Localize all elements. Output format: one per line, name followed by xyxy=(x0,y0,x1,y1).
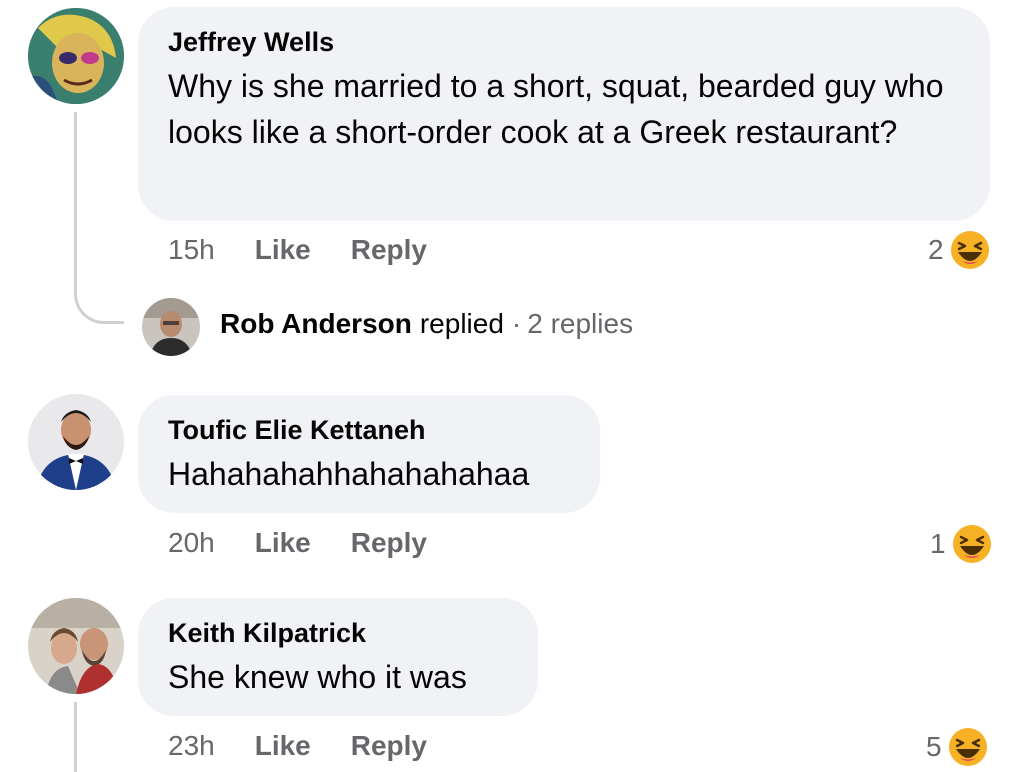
comment-bubble: Keith Kilpatrick She knew who it was xyxy=(138,598,538,716)
comment-timestamp[interactable]: 20h xyxy=(168,527,215,559)
comment-actions: 23h Like Reply xyxy=(168,730,427,762)
avatar-rob-anderson[interactable] xyxy=(142,298,200,356)
comment-actions: 15h Like Reply xyxy=(168,234,427,266)
reply-action: replied xyxy=(419,308,504,339)
thread-line xyxy=(74,112,77,294)
comment-text: She knew who it was xyxy=(168,659,467,695)
comment-text: Hahahahahhahahahahaa xyxy=(168,456,530,492)
comment-author[interactable]: Jeffrey Wells xyxy=(168,25,960,59)
comment-actions: 20h Like Reply xyxy=(168,527,427,559)
reply-button[interactable]: Reply xyxy=(351,234,427,266)
reaction-count: 1 xyxy=(930,528,946,559)
like-button[interactable]: Like xyxy=(255,234,311,266)
comment-author[interactable]: Toufic Elie Kettaneh xyxy=(168,413,570,447)
comment-timestamp[interactable]: 23h xyxy=(168,730,215,762)
reply-separator: · xyxy=(511,308,522,339)
reaction-summary[interactable]: 5 xyxy=(926,727,988,767)
replies-preview[interactable]: Rob Anderson replied · 2 replies xyxy=(220,308,633,340)
thread-line-curve xyxy=(74,278,124,324)
reply-count[interactable]: 2 replies xyxy=(527,308,633,340)
reply-button[interactable]: Reply xyxy=(351,527,427,559)
reply-author[interactable]: Rob Anderson xyxy=(220,308,412,340)
reaction-count: 5 xyxy=(926,731,942,762)
avatar-jeffrey-wells[interactable] xyxy=(28,8,124,104)
reply-button[interactable]: Reply xyxy=(351,730,427,762)
reaction-summary[interactable]: 1 xyxy=(930,524,992,564)
like-button[interactable]: Like xyxy=(255,730,311,762)
comment-bubble: Toufic Elie Kettaneh Hahahahahhahahahaha… xyxy=(138,395,600,513)
avatar-toufic-elie-kettaneh[interactable] xyxy=(28,394,124,490)
avatar-keith-kilpatrick[interactable] xyxy=(28,598,124,694)
haha-emoji-icon xyxy=(950,231,989,269)
comment-bubble: Jeffrey Wells Why is she married to a sh… xyxy=(138,7,990,221)
comment-author[interactable]: Keith Kilpatrick xyxy=(168,616,508,650)
reaction-summary[interactable]: 2 xyxy=(928,230,990,270)
haha-emoji-icon xyxy=(948,728,987,766)
reaction-count: 2 xyxy=(928,234,944,265)
like-button[interactable]: Like xyxy=(255,527,311,559)
thread-line xyxy=(74,702,77,772)
haha-emoji-icon xyxy=(952,525,991,563)
comment-text: Why is she married to a short, squat, be… xyxy=(168,68,944,150)
comment-timestamp[interactable]: 15h xyxy=(168,234,215,266)
